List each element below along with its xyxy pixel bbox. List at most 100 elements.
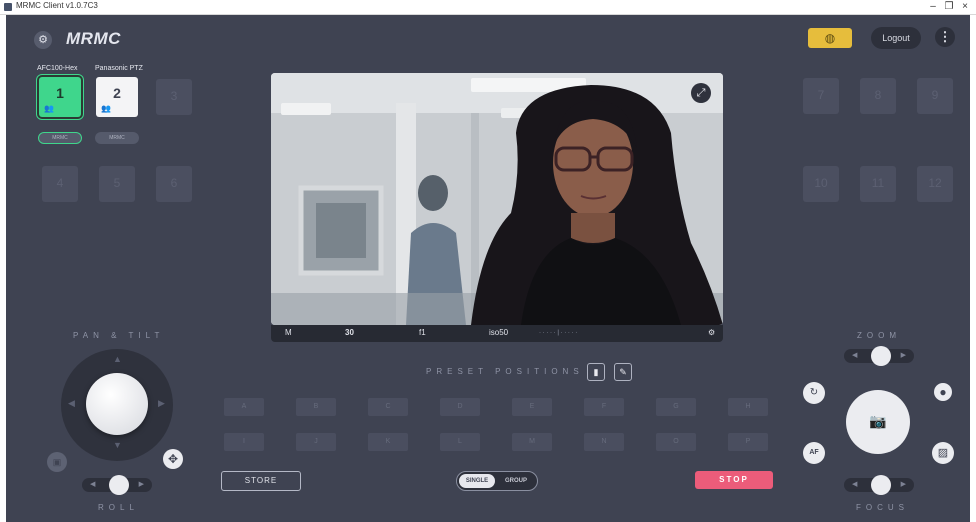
preset-b[interactable]: B [296, 398, 336, 416]
group-option[interactable]: GROUP [499, 474, 533, 488]
preset-c[interactable]: C [368, 398, 408, 416]
shutter-value[interactable]: 30 [345, 328, 354, 337]
focus-slider-knob[interactable] [871, 475, 891, 495]
roll-title: ROLL [98, 503, 139, 512]
video-settings-icon[interactable]: ⚙ [708, 328, 715, 337]
exposure-mode[interactable]: M [285, 328, 292, 337]
recenter-icon[interactable]: ✥ [163, 449, 183, 469]
preset-i[interactable]: I [224, 433, 264, 451]
preset-l[interactable]: L [440, 433, 480, 451]
preset-h[interactable]: H [728, 398, 768, 416]
roll-slider-knob[interactable] [109, 475, 129, 495]
zoom-title: ZOOM [857, 331, 901, 340]
preset-m[interactable]: M [512, 433, 552, 451]
maximize-button[interactable]: ❐ [942, 0, 956, 14]
focus-slider[interactable]: ◀ ▶ [844, 475, 914, 495]
camera-icon: 📷 [869, 413, 887, 429]
camera-tile-1[interactable]: 1 👥 [39, 77, 81, 117]
preset-d[interactable]: D [440, 398, 480, 416]
store-button[interactable]: STORE [221, 471, 301, 491]
preset-o[interactable]: O [656, 433, 696, 451]
single-option[interactable]: SINGLE [459, 474, 495, 488]
camera-number: 5 [113, 176, 121, 190]
preset-e[interactable]: E [512, 398, 552, 416]
logout-button[interactable]: Logout [871, 27, 921, 49]
camera-tile-8[interactable]: 8 [860, 78, 896, 114]
camera-tile-2[interactable]: 2 👥 [96, 77, 138, 117]
globe-icon[interactable]: ◍ [808, 28, 852, 48]
camera-tile-10[interactable]: 10 [803, 166, 839, 202]
roll-slider[interactable]: ◀ ▶ [82, 475, 152, 495]
camera-tile-5[interactable]: 5 [99, 166, 135, 202]
camera-number: 7 [817, 88, 825, 102]
camera-number: 8 [874, 88, 882, 102]
camera-number: 6 [170, 176, 178, 190]
close-button[interactable]: × [958, 0, 972, 14]
camera-number: 4 [56, 176, 64, 190]
camera-number: 10 [814, 176, 828, 190]
iris-value[interactable]: f1 [419, 328, 426, 337]
camera-tile-6[interactable]: 6 [156, 166, 192, 202]
roll-left-arrow-icon: ◀ [90, 481, 96, 488]
preset-j[interactable]: J [296, 433, 336, 451]
camera-number: 12 [928, 176, 942, 190]
tilt-down-arrow-icon[interactable]: ▼ [113, 440, 122, 450]
gallery-icon[interactable]: ▨ [932, 442, 954, 464]
delete-preset-icon[interactable]: ▮ [587, 363, 605, 381]
iso-value[interactable]: iso50 [489, 328, 508, 337]
tilt-up-arrow-icon[interactable]: ▲ [113, 354, 122, 364]
autofocus-button[interactable]: AF [803, 442, 825, 464]
camera-tile-4[interactable]: 4 [42, 166, 78, 202]
preset-positions-title: PRESET POSITIONS [426, 367, 584, 376]
exposure-scale[interactable]: · · · · · | · · · · · [539, 330, 577, 336]
app-canvas: ⚙ MRMC ◍ Logout ⋮ AFC100-Hex Panasonic P… [6, 15, 970, 522]
single-group-toggle[interactable]: SINGLE GROUP [456, 471, 538, 491]
rotate-icon[interactable]: ↻ [803, 382, 825, 404]
camera-settings-bar: M 30 f1 iso50 · · · · · | · · · · · ⚙ [271, 325, 723, 342]
preset-n[interactable]: N [584, 433, 624, 451]
app-icon [4, 3, 12, 11]
camera-number: 3 [170, 89, 178, 103]
camera-number: 1 [56, 85, 64, 101]
window-titlebar: MRMC Client v1.0.7C3 – ❐ × [0, 0, 976, 15]
camera-number: 9 [931, 88, 939, 102]
preset-p[interactable]: P [728, 433, 768, 451]
camera-tile-3[interactable]: 3 [156, 79, 192, 115]
zoom-slider-knob[interactable] [871, 346, 891, 366]
zoom-out-arrow-icon: ◀ [852, 352, 858, 359]
camera-1-pill[interactable]: MRMC [38, 132, 82, 144]
settings-gear-icon[interactable]: ⚙ [34, 31, 52, 49]
focus-near-arrow-icon: ◀ [852, 481, 858, 488]
preset-g[interactable]: G [656, 398, 696, 416]
camera-2-pill[interactable]: MRMC [95, 132, 139, 144]
pan-tilt-title: PAN & TILT [73, 331, 165, 340]
camera-1-name: AFC100-Hex [37, 65, 78, 72]
preset-a[interactable]: A [224, 398, 264, 416]
camera-tile-12[interactable]: 12 [917, 166, 953, 202]
camera-2-name: Panasonic PTZ [95, 65, 143, 72]
preset-k[interactable]: K [368, 433, 408, 451]
pan-tilt-joystick-knob[interactable] [86, 373, 148, 435]
pan-left-arrow-icon[interactable]: ◀ [68, 398, 75, 409]
preset-f[interactable]: F [584, 398, 624, 416]
camera-tile-9[interactable]: 9 [917, 78, 953, 114]
camera-video-feed[interactable]: ⤢ [271, 73, 723, 325]
record-dot-icon[interactable]: ● [934, 383, 952, 401]
zoom-slider[interactable]: ◀ ▶ [844, 346, 914, 366]
camera-number: 2 [113, 85, 121, 101]
person-icon: 👥 [101, 104, 111, 113]
camera-tile-7[interactable]: 7 [803, 78, 839, 114]
focus-title: FOCUS [856, 503, 909, 512]
minimize-button[interactable]: – [926, 0, 940, 14]
focus-far-arrow-icon: ▶ [900, 481, 906, 488]
camera-tile-11[interactable]: 11 [860, 166, 896, 202]
pan-right-arrow-icon[interactable]: ▶ [158, 398, 165, 409]
zoom-in-arrow-icon: ▶ [900, 352, 906, 359]
lock-icon[interactable]: ▣ [47, 452, 67, 472]
expand-icon[interactable]: ⤢ [691, 83, 711, 103]
more-menu-icon[interactable]: ⋮ [935, 27, 955, 47]
stop-button[interactable]: STOP [695, 471, 773, 489]
person-icon: 👥 [44, 104, 54, 113]
window-title: MRMC Client v1.0.7C3 [16, 1, 98, 10]
edit-preset-icon[interactable]: ✎ [614, 363, 632, 381]
